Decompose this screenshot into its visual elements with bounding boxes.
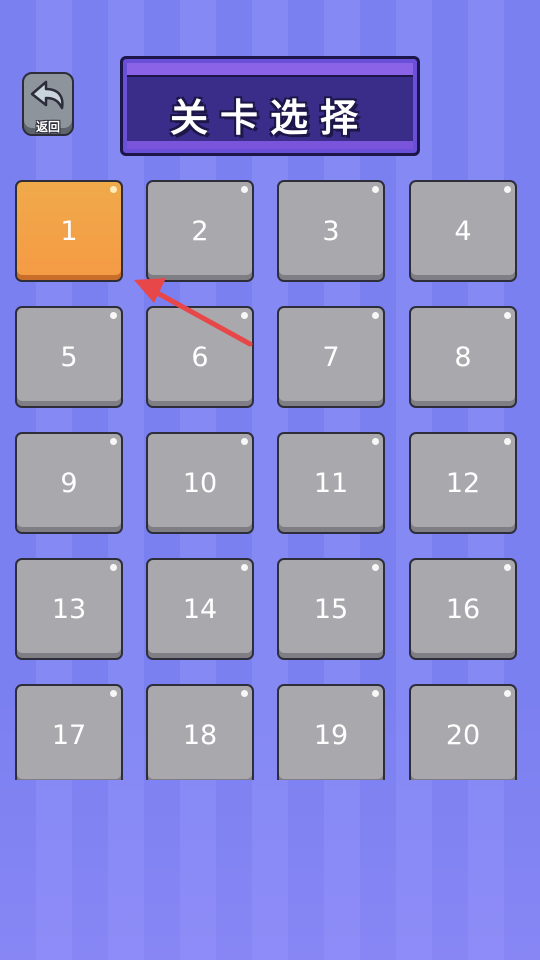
- level-button-18[interactable]: 18: [146, 684, 254, 780]
- page-title: 关卡选择: [169, 96, 370, 140]
- button-shine: [372, 690, 379, 697]
- level-button-6[interactable]: 6: [146, 306, 254, 408]
- button-shine: [110, 690, 117, 697]
- level-number: 8: [454, 342, 472, 373]
- level-number: 17: [51, 720, 87, 751]
- level-number: 10: [182, 468, 218, 499]
- title-banner: 关卡选择: [120, 56, 420, 156]
- level-number: 11: [313, 468, 349, 499]
- button-shine: [372, 564, 379, 571]
- level-button-4[interactable]: 4: [409, 180, 517, 282]
- level-button-13[interactable]: 13: [15, 558, 123, 660]
- curved-back-arrow-icon: [30, 80, 64, 110]
- back-button-label: 返回: [35, 120, 60, 134]
- button-shine: [110, 438, 117, 445]
- level-button-17[interactable]: 17: [15, 684, 123, 780]
- level-number: 15: [313, 594, 349, 625]
- title-banner-top-trim: [127, 63, 413, 77]
- level-button-11[interactable]: 11: [277, 432, 385, 534]
- button-shine: [504, 186, 511, 193]
- button-shine: [241, 690, 248, 697]
- level-button-10[interactable]: 10: [146, 432, 254, 534]
- level-button-20[interactable]: 20: [409, 684, 517, 780]
- button-shine: [241, 186, 248, 193]
- button-shine: [241, 564, 248, 571]
- level-number: 9: [60, 468, 78, 499]
- level-button-5[interactable]: 5: [15, 306, 123, 408]
- level-button-3[interactable]: 3: [277, 180, 385, 282]
- level-number: 20: [445, 720, 481, 751]
- button-shine: [504, 312, 511, 319]
- button-shine: [241, 312, 248, 319]
- level-number: 3: [322, 216, 340, 247]
- button-shine: [110, 186, 117, 193]
- level-number: 7: [322, 342, 340, 373]
- level-button-2[interactable]: 2: [146, 180, 254, 282]
- button-shine: [504, 438, 511, 445]
- level-number: 13: [51, 594, 87, 625]
- button-shine: [504, 564, 511, 571]
- button-shine: [504, 690, 511, 697]
- level-button-15[interactable]: 15: [277, 558, 385, 660]
- button-shine: [372, 312, 379, 319]
- level-button-14[interactable]: 14: [146, 558, 254, 660]
- level-button-1[interactable]: 1: [15, 180, 123, 282]
- level-button-7[interactable]: 7: [277, 306, 385, 408]
- level-number: 4: [454, 216, 472, 247]
- button-shine: [110, 312, 117, 319]
- level-button-9[interactable]: 9: [15, 432, 123, 534]
- button-shine: [372, 186, 379, 193]
- back-button[interactable]: 返回: [22, 72, 74, 138]
- level-number: 12: [445, 468, 481, 499]
- level-number: 5: [60, 342, 78, 373]
- level-button-8[interactable]: 8: [409, 306, 517, 408]
- button-shine: [372, 438, 379, 445]
- level-button-16[interactable]: 16: [409, 558, 517, 660]
- level-number: 18: [182, 720, 218, 751]
- button-shine: [241, 438, 248, 445]
- level-number: 16: [445, 594, 481, 625]
- level-number: 6: [191, 342, 209, 373]
- level-button-12[interactable]: 12: [409, 432, 517, 534]
- level-number: 19: [313, 720, 349, 751]
- level-number: 2: [191, 216, 209, 247]
- button-shine: [110, 564, 117, 571]
- level-button-19[interactable]: 19: [277, 684, 385, 780]
- title-banner-bottom-trim: [127, 141, 413, 149]
- level-number: 14: [182, 594, 218, 625]
- level-grid: 1 2 3 4 5 6 7 8 9 10 11 12 13 14 15 16 17 18 19 20: [0, 176, 540, 780]
- level-number: 1: [60, 216, 78, 247]
